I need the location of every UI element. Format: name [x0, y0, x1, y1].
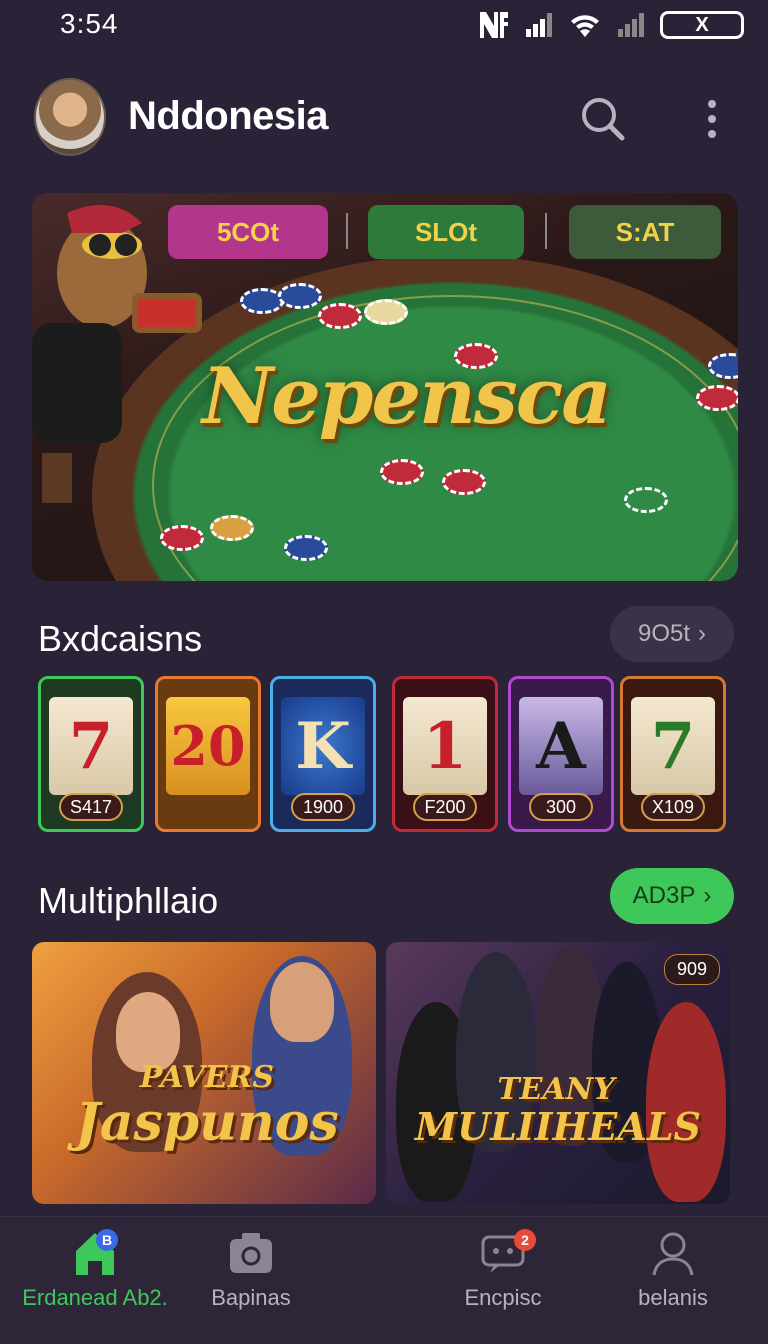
slot-symbol: 1 — [403, 697, 487, 795]
poker-chip — [210, 515, 254, 541]
hero-tab-1[interactable]: 5COt — [168, 205, 328, 259]
search-button[interactable] — [578, 94, 628, 144]
chevron-right-icon: › — [698, 620, 707, 647]
more-vertical-icon — [708, 100, 716, 138]
multiplayer-card-title: Jaspunos — [75, 1092, 339, 1153]
nav-item-bapinas[interactable]: Bapinas — [156, 1217, 346, 1344]
slot-value: 300 — [529, 793, 593, 821]
camera-icon — [230, 1233, 272, 1273]
search-icon — [582, 98, 625, 141]
hero-tab-3[interactable]: S:AT — [569, 205, 721, 259]
slot-symbol: A — [519, 697, 603, 795]
multiplayer-card-badge: 909 — [663, 954, 720, 985]
multiplayer-section-title: Multiphllaio — [38, 880, 219, 921]
slots-see-all-label: 9O5t — [637, 620, 691, 647]
nav-item-encpisc[interactable]: 2 Encpisc — [408, 1217, 598, 1344]
status-bar: 3:54 X — [0, 0, 768, 52]
divider — [545, 213, 547, 249]
status-icons: X — [478, 10, 744, 40]
poker-chip — [696, 385, 738, 411]
slot-symbol: 20 — [166, 697, 250, 795]
poker-chip — [240, 288, 284, 314]
wifi-icon — [571, 15, 599, 37]
multiplayer-card-subtitle: TEANY — [497, 1072, 615, 1107]
poker-chip — [380, 459, 424, 485]
multiplayer-card[interactable]: PAVERS Jaspunos — [32, 942, 376, 1204]
nav-home-badge: B — [96, 1229, 118, 1251]
bottom-nav: B Erdanead Ab2. Bapinas 2 Encpisc belani… — [0, 1216, 768, 1344]
hero-logo-text: Nepensca — [202, 351, 612, 442]
signal-icon — [526, 13, 552, 37]
multiplayer-card-subtitle: PAVERS — [139, 1060, 275, 1095]
slot-card[interactable]: 1 F200 — [392, 676, 498, 832]
nav-item-profile[interactable]: belanis — [578, 1217, 768, 1344]
avatar[interactable] — [34, 78, 106, 156]
poker-chip — [364, 299, 408, 325]
slot-value: F200 — [413, 793, 477, 821]
divider — [346, 213, 348, 249]
multiplayer-card[interactable]: 909 TEANY MULIIHEALS — [386, 942, 730, 1204]
player-image — [270, 962, 334, 1042]
hero-banner[interactable]: Nepensca 5COt SLOt S:AT — [32, 193, 738, 581]
signal-weak-icon — [618, 13, 644, 37]
chevron-right-icon: › — [703, 882, 712, 909]
slots-see-all-button[interactable]: 9O5t › — [610, 606, 734, 662]
poker-chip — [284, 535, 328, 561]
slot-card[interactable]: 20 — [155, 676, 261, 832]
more-button[interactable] — [696, 94, 728, 144]
hero-tab-2[interactable]: SLOt — [368, 205, 524, 259]
slot-symbol: 7 — [631, 697, 715, 795]
nav-label: Bapinas — [211, 1285, 291, 1310]
slot-card[interactable]: K 1900 — [270, 676, 376, 832]
nav-label: Encpisc — [464, 1285, 542, 1310]
slot-value: X109 — [641, 793, 705, 821]
poker-chip — [624, 487, 668, 513]
slot-symbol: 7 — [49, 697, 133, 795]
poker-chip — [278, 283, 322, 309]
slot-card[interactable]: 7 X109 — [620, 676, 726, 832]
poker-chip — [160, 525, 204, 551]
slot-symbol: K — [281, 697, 365, 795]
nav-label: belanis — [638, 1285, 708, 1310]
app-title: Nddonesia — [128, 94, 328, 138]
slot-card[interactable]: A 300 — [508, 676, 614, 832]
nav-chat-badge: 2 — [514, 1229, 536, 1251]
slot-card[interactable]: 7 S417 — [38, 676, 144, 832]
battery-icon: X — [660, 11, 744, 39]
nfc-icon — [480, 12, 508, 38]
slot-value: 1900 — [291, 793, 355, 821]
poker-chip — [442, 469, 486, 495]
multiplayer-see-all-label: AD3P — [632, 882, 696, 909]
app-header: Nddonesia — [0, 70, 768, 170]
status-time: 3:54 — [60, 8, 119, 39]
poker-chip — [318, 303, 362, 329]
multiplayer-card-title: MULIIHEALS — [415, 1104, 701, 1149]
profile-icon — [652, 1232, 694, 1276]
multiplayer-see-all-button[interactable]: AD3P › — [610, 868, 734, 924]
slots-section-title: Bxdcaisns — [38, 618, 203, 659]
slot-value: S417 — [59, 793, 123, 821]
